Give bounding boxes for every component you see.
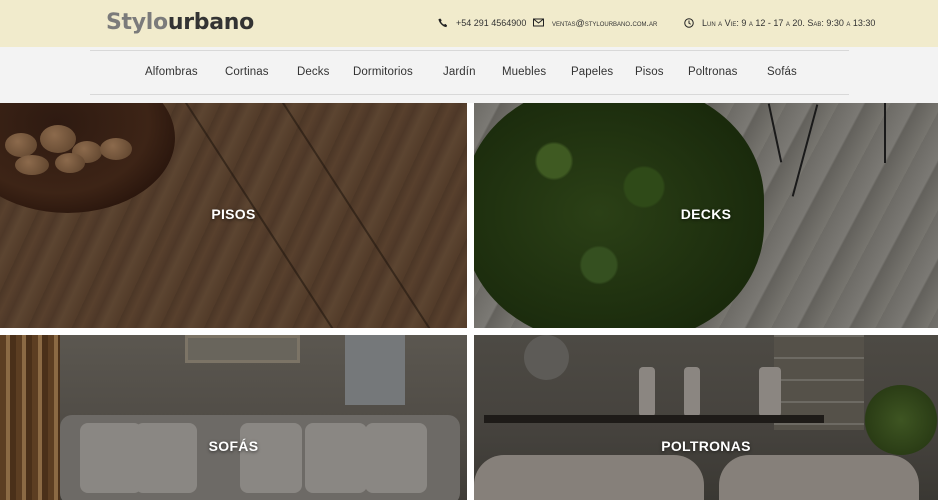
category-grid: PISOS DECKS SOFÁS POLTRONAS: [0, 103, 938, 500]
pillow-image: [365, 423, 427, 493]
phone-icon: [437, 17, 448, 28]
globe-image: [524, 335, 569, 380]
top-bar: Stylourbano +54 291 4564900 ventas@stylo…: [0, 0, 938, 47]
category-tile-sofas[interactable]: SOFÁS: [0, 335, 467, 500]
nav-item-dormitorios[interactable]: Dormitorios: [353, 66, 413, 78]
contact-email[interactable]: ventas@stylourbano.com.ar: [533, 17, 657, 28]
armchair-image: [474, 455, 704, 500]
vase-image: [639, 367, 655, 417]
clock-icon: [683, 17, 694, 28]
logo-part-1: Stylo: [106, 10, 168, 35]
nav-item-decks[interactable]: Decks: [297, 66, 329, 78]
nav-item-cortinas[interactable]: Cortinas: [225, 66, 269, 78]
phone-text: +54 291 4564900: [456, 17, 527, 28]
nav-item-pisos[interactable]: Pisos: [635, 66, 664, 78]
contact-phone: +54 291 4564900: [437, 17, 526, 28]
pillow-image: [305, 423, 367, 493]
table-image: [484, 415, 824, 423]
walnut-image: [55, 153, 85, 173]
walnut-image: [100, 138, 132, 160]
category-tile-decks[interactable]: DECKS: [474, 103, 938, 328]
pillow-image: [240, 423, 302, 493]
logo-part-2: urbano: [167, 10, 254, 35]
shelf-image: [0, 335, 60, 500]
nav-item-muebles[interactable]: Muebles: [502, 66, 546, 78]
walnut-image: [40, 125, 76, 153]
walnut-image: [5, 133, 37, 157]
window-image: [345, 335, 405, 405]
chair-leg: [884, 103, 886, 163]
walnut-image: [15, 155, 49, 175]
tile-label-sofas: SOFÁS: [208, 438, 259, 454]
tile-label-decks: DECKS: [680, 206, 732, 222]
nav-item-poltronas[interactable]: Poltronas: [688, 66, 737, 78]
envelope-icon: [533, 17, 544, 28]
nav-item-jardin[interactable]: Jardín: [443, 66, 476, 78]
email-text: ventas@stylourbano.com.ar: [552, 17, 658, 28]
contact-hours: Lun a Vie: 9 a 12 - 17 a 20. Sab: 9:30 a…: [683, 17, 875, 28]
vase-image: [759, 367, 781, 417]
pillow-image: [80, 423, 142, 493]
nav-item-alfombras[interactable]: Alfombras: [145, 66, 198, 78]
wall-picture: [185, 335, 300, 363]
pillow-image: [135, 423, 197, 493]
nav-item-sofas[interactable]: Sofás: [767, 66, 797, 78]
chair-leg: [767, 103, 783, 163]
tile-label-pisos: PISOS: [211, 206, 256, 222]
category-tile-pisos[interactable]: PISOS: [0, 103, 467, 328]
main-nav: Alfombras Cortinas Decks Dormitorios Jar…: [0, 47, 938, 103]
tile-label-poltronas: POLTRONAS: [661, 438, 751, 454]
armchair-image: [719, 455, 919, 500]
category-tile-poltronas[interactable]: POLTRONAS: [474, 335, 938, 500]
nav-item-papeles[interactable]: Papeles: [571, 66, 613, 78]
logo[interactable]: Stylourbano: [106, 10, 254, 35]
hours-text: Lun a Vie: 9 a 12 - 17 a 20. Sab: 9:30 a…: [702, 17, 876, 28]
chair-leg: [791, 104, 819, 197]
vase-image: [684, 367, 700, 417]
